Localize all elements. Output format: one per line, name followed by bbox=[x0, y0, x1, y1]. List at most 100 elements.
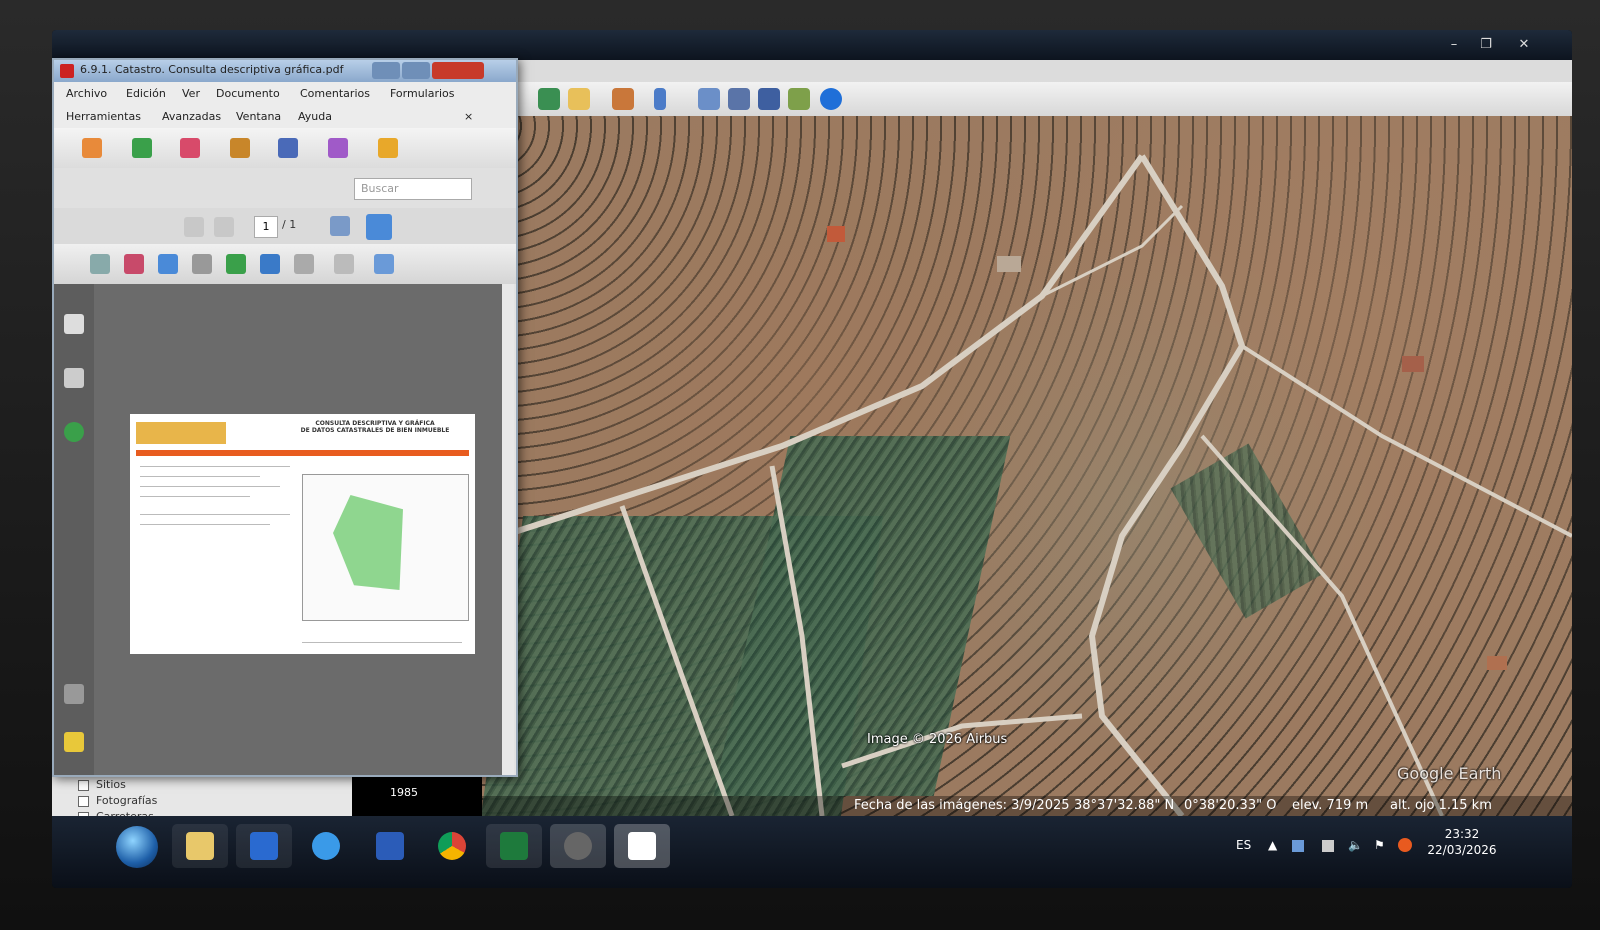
layers-panel-icon[interactable] bbox=[64, 422, 84, 442]
pdf-title-bar: 6.9.1. Catastro. Consulta descriptiva gr… bbox=[54, 60, 516, 82]
planet-icon[interactable] bbox=[612, 88, 634, 110]
forms-icon[interactable] bbox=[328, 138, 348, 158]
taskbar-explorer[interactable] bbox=[172, 824, 228, 868]
3d-icon[interactable] bbox=[226, 254, 246, 274]
language-indicator[interactable]: ES bbox=[1236, 838, 1251, 852]
network-tray-icon[interactable] bbox=[1292, 840, 1304, 852]
layer-item-fotografias[interactable]: Fotografías bbox=[96, 794, 157, 807]
text-line bbox=[140, 514, 290, 515]
globe-icon[interactable] bbox=[820, 88, 842, 110]
pdf-close-button[interactable] bbox=[432, 62, 484, 79]
menu-ventana[interactable]: Ventana bbox=[236, 110, 281, 123]
save-icon[interactable] bbox=[260, 254, 280, 274]
ruler-icon[interactable] bbox=[654, 88, 666, 110]
menu-herramientas[interactable]: Herramientas bbox=[66, 110, 141, 123]
pdf-maximize-button[interactable] bbox=[402, 62, 430, 79]
ge-restore-button[interactable]: ❐ bbox=[1472, 36, 1500, 54]
combine-files-icon[interactable] bbox=[132, 138, 152, 158]
pdf-page-toolbar: 1 / 1 bbox=[54, 208, 516, 244]
menu-ayuda[interactable]: Ayuda bbox=[298, 110, 332, 123]
taskbar-chrome[interactable] bbox=[424, 824, 480, 868]
text-line bbox=[140, 466, 290, 467]
taskbar-outlook[interactable] bbox=[236, 824, 292, 868]
layer-checkbox[interactable] bbox=[78, 780, 89, 791]
historical-imagery-icon[interactable] bbox=[538, 88, 560, 110]
menu-archivo[interactable]: Archivo bbox=[66, 87, 107, 100]
email-icon[interactable] bbox=[698, 88, 720, 110]
pdf-tools-toolbar bbox=[54, 244, 516, 284]
pdf-navigation-panel bbox=[54, 284, 94, 775]
search-input[interactable]: Buscar bbox=[354, 178, 472, 200]
menu-formularios[interactable]: Formularios bbox=[390, 87, 455, 100]
menu-comentarios[interactable]: Comentarios bbox=[300, 87, 370, 100]
document-title: CONSULTA DESCRIPTIVA Y GRÁFICA DE DATOS … bbox=[280, 420, 470, 434]
menu-edicion[interactable]: Edición bbox=[126, 87, 166, 100]
elevation-readout: elev. 719 m bbox=[1292, 798, 1369, 813]
text-line bbox=[140, 524, 270, 525]
attachments-panel-icon[interactable] bbox=[64, 684, 84, 704]
warning-tray-icon[interactable] bbox=[1398, 838, 1412, 852]
system-clock[interactable]: 23:32 22/03/2026 bbox=[1427, 826, 1497, 858]
secure-lock-icon[interactable] bbox=[230, 138, 250, 158]
scroll-mode-icon[interactable] bbox=[330, 216, 350, 236]
taskbar-excel[interactable] bbox=[486, 824, 542, 868]
page-number-input[interactable]: 1 bbox=[254, 216, 278, 238]
taskbar-internet-explorer[interactable] bbox=[298, 824, 354, 868]
document-title-line-2: DE DATOS CATASTRALES DE BIEN INMUEBLE bbox=[300, 427, 450, 434]
sunlight-icon[interactable] bbox=[568, 88, 590, 110]
text-select-icon[interactable] bbox=[124, 254, 144, 274]
layer-checkbox[interactable] bbox=[78, 796, 89, 807]
roads-overlay bbox=[501, 154, 1572, 816]
save-image-icon[interactable] bbox=[758, 88, 780, 110]
action-center-flag-icon[interactable]: ⚑ bbox=[1374, 838, 1385, 852]
taskbar-acrobat[interactable] bbox=[614, 824, 670, 868]
create-pdf-icon[interactable] bbox=[82, 138, 102, 158]
signatures-panel-icon[interactable] bbox=[64, 368, 84, 388]
google-earth-logo: Google Earth bbox=[1397, 764, 1502, 783]
edit-form-icon[interactable] bbox=[374, 254, 394, 274]
menu-avanzadas[interactable]: Avanzadas bbox=[162, 110, 221, 123]
print-icon[interactable] bbox=[728, 88, 750, 110]
taskbar-word[interactable] bbox=[362, 824, 418, 868]
menu-documento[interactable]: Documento bbox=[216, 87, 280, 100]
google-earth-title-bar: – ❐ ✕ bbox=[52, 30, 1572, 60]
sign-pen-icon[interactable] bbox=[278, 138, 298, 158]
previous-page-icon[interactable] bbox=[184, 217, 204, 237]
acrobat-taskbar-icon bbox=[628, 832, 656, 860]
pdf-document-view[interactable]: CONSULTA DESCRIPTIVA Y GRÁFICA DE DATOS … bbox=[94, 284, 512, 775]
review-comment-icon[interactable] bbox=[378, 138, 398, 158]
start-button[interactable] bbox=[116, 826, 158, 868]
pdf-window-title: 6.9.1. Catastro. Consulta descriptiva gr… bbox=[80, 63, 344, 76]
attach-icon[interactable] bbox=[192, 254, 212, 274]
comments-panel-icon[interactable] bbox=[64, 732, 84, 752]
menu-ver[interactable]: Ver bbox=[182, 87, 200, 100]
longitude-readout: 0°38'20.33" O bbox=[1184, 798, 1277, 813]
pdf-scrollbar[interactable] bbox=[502, 284, 514, 775]
taskbar-google-earth[interactable] bbox=[550, 824, 606, 868]
pdf-search-toolbar: Buscar bbox=[54, 168, 516, 208]
text-line bbox=[140, 476, 260, 477]
fit-page-icon[interactable] bbox=[366, 214, 392, 240]
view-maps-icon[interactable] bbox=[788, 88, 810, 110]
word-icon bbox=[376, 832, 404, 860]
layer-item-sitios[interactable]: Sitios bbox=[96, 778, 126, 791]
show-hidden-icons-icon[interactable]: ▲ bbox=[1268, 838, 1277, 852]
snapshot-icon[interactable] bbox=[158, 254, 178, 274]
cadastral-map bbox=[302, 474, 469, 621]
sound-icon[interactable] bbox=[294, 254, 314, 274]
volume-icon[interactable]: 🔈 bbox=[1348, 838, 1363, 852]
close-document-button[interactable]: × bbox=[464, 110, 473, 123]
pages-panel-icon[interactable] bbox=[64, 314, 84, 334]
video-icon[interactable] bbox=[334, 254, 354, 274]
ge-close-button[interactable]: ✕ bbox=[1510, 36, 1538, 54]
device-tray-icon[interactable] bbox=[1322, 840, 1334, 852]
next-page-icon[interactable] bbox=[214, 217, 234, 237]
satellite-map-view[interactable]: Image © 2026 Airbus Google Earth bbox=[482, 116, 1572, 816]
select-arrow-icon[interactable] bbox=[90, 254, 110, 274]
ge-minimize-button[interactable]: – bbox=[1440, 36, 1468, 54]
panel-count: 1985 bbox=[390, 786, 418, 799]
pdf-minimize-button[interactable] bbox=[372, 62, 400, 79]
excel-icon bbox=[500, 832, 528, 860]
google-earth-menu-bar bbox=[482, 60, 1572, 82]
collaborate-icon[interactable] bbox=[180, 138, 200, 158]
